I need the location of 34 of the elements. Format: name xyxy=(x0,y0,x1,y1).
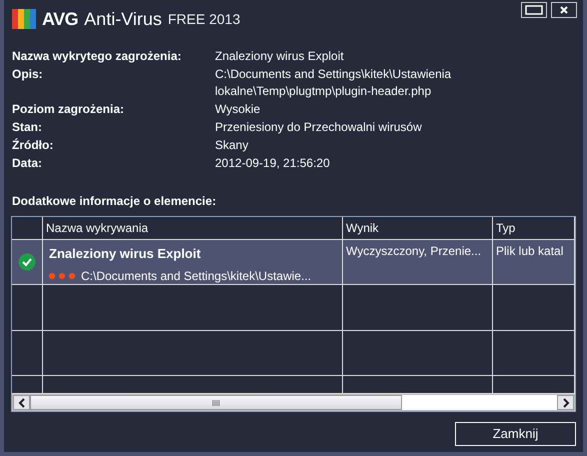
logo-icon xyxy=(12,7,36,31)
table-cell xyxy=(12,331,43,376)
maximize-button[interactable] xyxy=(521,2,547,18)
detail-label: Data: xyxy=(12,155,44,172)
detail-value: Znaleziony wirus Exploit xyxy=(215,48,345,65)
table-cell xyxy=(12,285,43,331)
detail-label: Poziom zagrożenia: xyxy=(12,101,126,118)
section-title: Dodatkowe informacje o elemencie: xyxy=(12,193,218,210)
close-icon xyxy=(559,5,569,16)
severity-icon xyxy=(49,272,75,278)
table-cell: Plik lub katal xyxy=(493,240,575,285)
detail-value: C:\Documents and Settings\kitek\Ustawienia lokalne\Temp\plugtmp\plugin-header.php xyxy=(215,66,452,100)
close-button[interactable] xyxy=(551,2,577,18)
file-path: C:\Documents and Settings\kitek\Ustawie... xyxy=(81,268,312,284)
detail-value: Wysokie xyxy=(215,101,262,118)
detail-value: 2012-09-19, 21:56:20 xyxy=(215,155,331,172)
detection-name: Znaleziony wirus Exploit xyxy=(49,245,202,263)
table-cell: Wyczyszczony, Przenie... xyxy=(343,240,493,285)
row-status-cell[interactable] xyxy=(12,240,43,285)
detail-label: Nazwa wykrytego zagrożenia: xyxy=(12,48,182,65)
scroll-right-icon[interactable] xyxy=(557,395,574,410)
horizontal-scrollbar[interactable] xyxy=(12,394,575,411)
check-icon xyxy=(18,253,36,271)
detail-value: Skany xyxy=(215,137,250,154)
detail-value: Przeniesiony do Przechowalni wirusów xyxy=(215,119,423,136)
detail-label: Stan: xyxy=(12,119,43,136)
scroll-left-icon[interactable] xyxy=(13,395,30,410)
detail-label: Opis: xyxy=(12,66,44,83)
detail-label: Źródło: xyxy=(12,137,54,154)
brand-name: AVG xyxy=(42,8,78,30)
product-name: Anti-Virus xyxy=(84,8,162,30)
close-dialog-button[interactable]: Zamknij xyxy=(455,422,576,446)
edition-label: FREE 2013 xyxy=(168,10,240,28)
scroll-thumb[interactable] xyxy=(30,395,402,410)
